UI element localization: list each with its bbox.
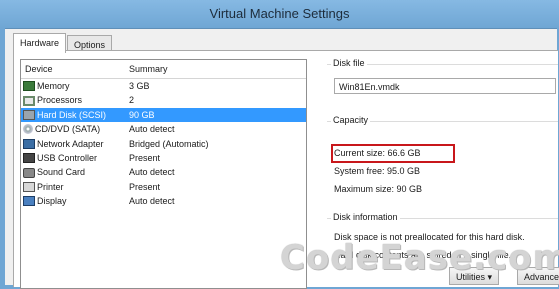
- device-name: Memory: [37, 81, 70, 91]
- disk-file-field[interactable]: Win81En.vmdk: [334, 78, 556, 94]
- device-summary: 90 GB: [129, 109, 155, 120]
- device-name: Network Adapter: [37, 138, 104, 149]
- device-list[interactable]: Device Summary Memory 3 GB Processors 2 …: [20, 59, 307, 289]
- sound-card-icon: [23, 167, 35, 178]
- device-row-cd-dvd[interactable]: CD/DVD (SATA) Auto detect: [21, 122, 306, 136]
- disk-file-label: Disk file: [331, 58, 367, 68]
- summary-column-header[interactable]: Summary: [129, 60, 168, 78]
- device-row-hard-disk[interactable]: Hard Disk (SCSI) 90 GB: [21, 107, 306, 123]
- device-row-sound-card[interactable]: Sound Card Auto detect: [21, 165, 306, 179]
- device-summary: Bridged (Automatic): [129, 138, 209, 149]
- network-adapter-icon: [23, 138, 35, 149]
- memory-icon: [23, 81, 35, 92]
- device-summary: Auto detect: [129, 124, 175, 135]
- device-summary: Auto detect: [129, 196, 175, 207]
- device-row-memory[interactable]: Memory 3 GB: [21, 79, 306, 93]
- disk-information-label: Disk information: [331, 212, 400, 222]
- device-summary: 2: [129, 95, 135, 106]
- window-title: Virtual Machine Settings: [209, 6, 350, 21]
- device-row-network-adapter[interactable]: Network Adapter Bridged (Automatic): [21, 137, 306, 151]
- usb-icon: [23, 153, 35, 164]
- current-size-highlight: [331, 144, 455, 163]
- device-summary: Present: [129, 181, 161, 192]
- tab-hardware[interactable]: Hardware: [13, 33, 67, 53]
- cd-dvd-icon: [23, 124, 33, 135]
- title-bar: Virtual Machine Settings: [0, 0, 559, 28]
- capacity-label: Capacity: [331, 115, 371, 125]
- device-name: Hard Disk (SCSI): [37, 109, 107, 120]
- device-row-display[interactable]: Display Auto detect: [21, 194, 306, 208]
- device-list-header: Device Summary: [21, 60, 306, 79]
- device-summary: 3 GB: [129, 81, 150, 91]
- device-summary: Present: [129, 152, 161, 163]
- device-name: Sound Card: [37, 167, 86, 178]
- device-name: Display: [37, 196, 67, 207]
- tab-strip: Hardware Options: [13, 33, 113, 53]
- display-icon: [23, 196, 35, 207]
- device-row-usb-controller[interactable]: USB Controller Present: [21, 151, 306, 165]
- device-name: Printer: [37, 181, 64, 192]
- device-name: USB Controller: [37, 152, 98, 163]
- watermark: CodeEase.com: [280, 238, 559, 278]
- processor-icon: [23, 95, 35, 106]
- device-row-printer[interactable]: Printer Present: [21, 180, 306, 194]
- hard-disk-icon: [23, 109, 35, 120]
- device-column-header[interactable]: Device: [25, 60, 53, 78]
- system-free: System free: 95.0 GB: [334, 166, 421, 176]
- maximum-size: Maximum size: 90 GB: [334, 184, 423, 194]
- device-name: Processors: [37, 95, 83, 106]
- device-summary: Auto detect: [129, 167, 175, 178]
- device-name: CD/DVD (SATA): [35, 124, 101, 135]
- device-row-processors[interactable]: Processors 2: [21, 93, 306, 107]
- printer-icon: [23, 181, 35, 192]
